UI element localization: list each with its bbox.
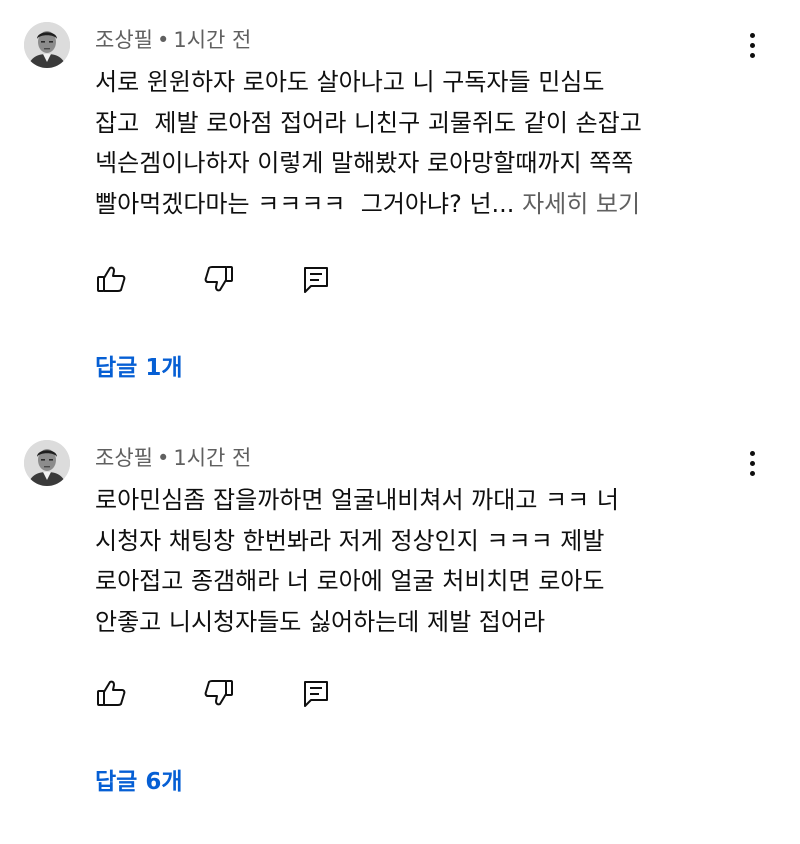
comment-reply-icon[interactable] xyxy=(299,676,333,710)
avatar[interactable] xyxy=(24,440,70,486)
thumbs-down-icon[interactable] xyxy=(201,676,235,710)
comment-actions xyxy=(95,262,355,296)
thumbs-up-icon[interactable] xyxy=(95,262,129,296)
avatar[interactable] xyxy=(24,22,70,68)
comment-meta: 조상필 • 1시간 전 xyxy=(95,24,251,54)
more-vert-icon[interactable] xyxy=(740,30,764,66)
comment-reply-icon[interactable] xyxy=(299,262,333,296)
comment-text: 로아민심좀 잡을까하면 얼굴내비쳐서 까대고 ㅋㅋ 너 시청자 채팅창 한번봐라… xyxy=(95,480,755,642)
meta-separator: • xyxy=(156,446,170,470)
comment-text-content: 로아민심좀 잡을까하면 얼굴내비쳐서 까대고 ㅋㅋ 너 시청자 채팅창 한번봐라… xyxy=(95,486,619,636)
view-replies-button[interactable]: 답글 1개 xyxy=(95,348,183,382)
comment-author[interactable]: 조상필 xyxy=(95,28,153,52)
comment-author[interactable]: 조상필 xyxy=(95,446,153,470)
comment-meta: 조상필 • 1시간 전 xyxy=(95,442,251,472)
comment-time: 1시간 전 xyxy=(173,446,252,470)
more-vert-icon[interactable] xyxy=(740,448,764,484)
comment-text: 서로 윈윈하자 로아도 살아나고 니 구독자들 민심도 잡고 제발 로아점 접어… xyxy=(95,62,755,224)
view-replies-button[interactable]: 답글 6개 xyxy=(95,762,183,796)
comment-actions xyxy=(95,676,355,710)
read-more-link[interactable]: 자세히 보기 xyxy=(522,190,640,218)
thumbs-down-icon[interactable] xyxy=(201,262,235,296)
thumbs-up-icon[interactable] xyxy=(95,676,129,710)
comment-time: 1시간 전 xyxy=(173,28,252,52)
meta-separator: • xyxy=(156,28,170,52)
